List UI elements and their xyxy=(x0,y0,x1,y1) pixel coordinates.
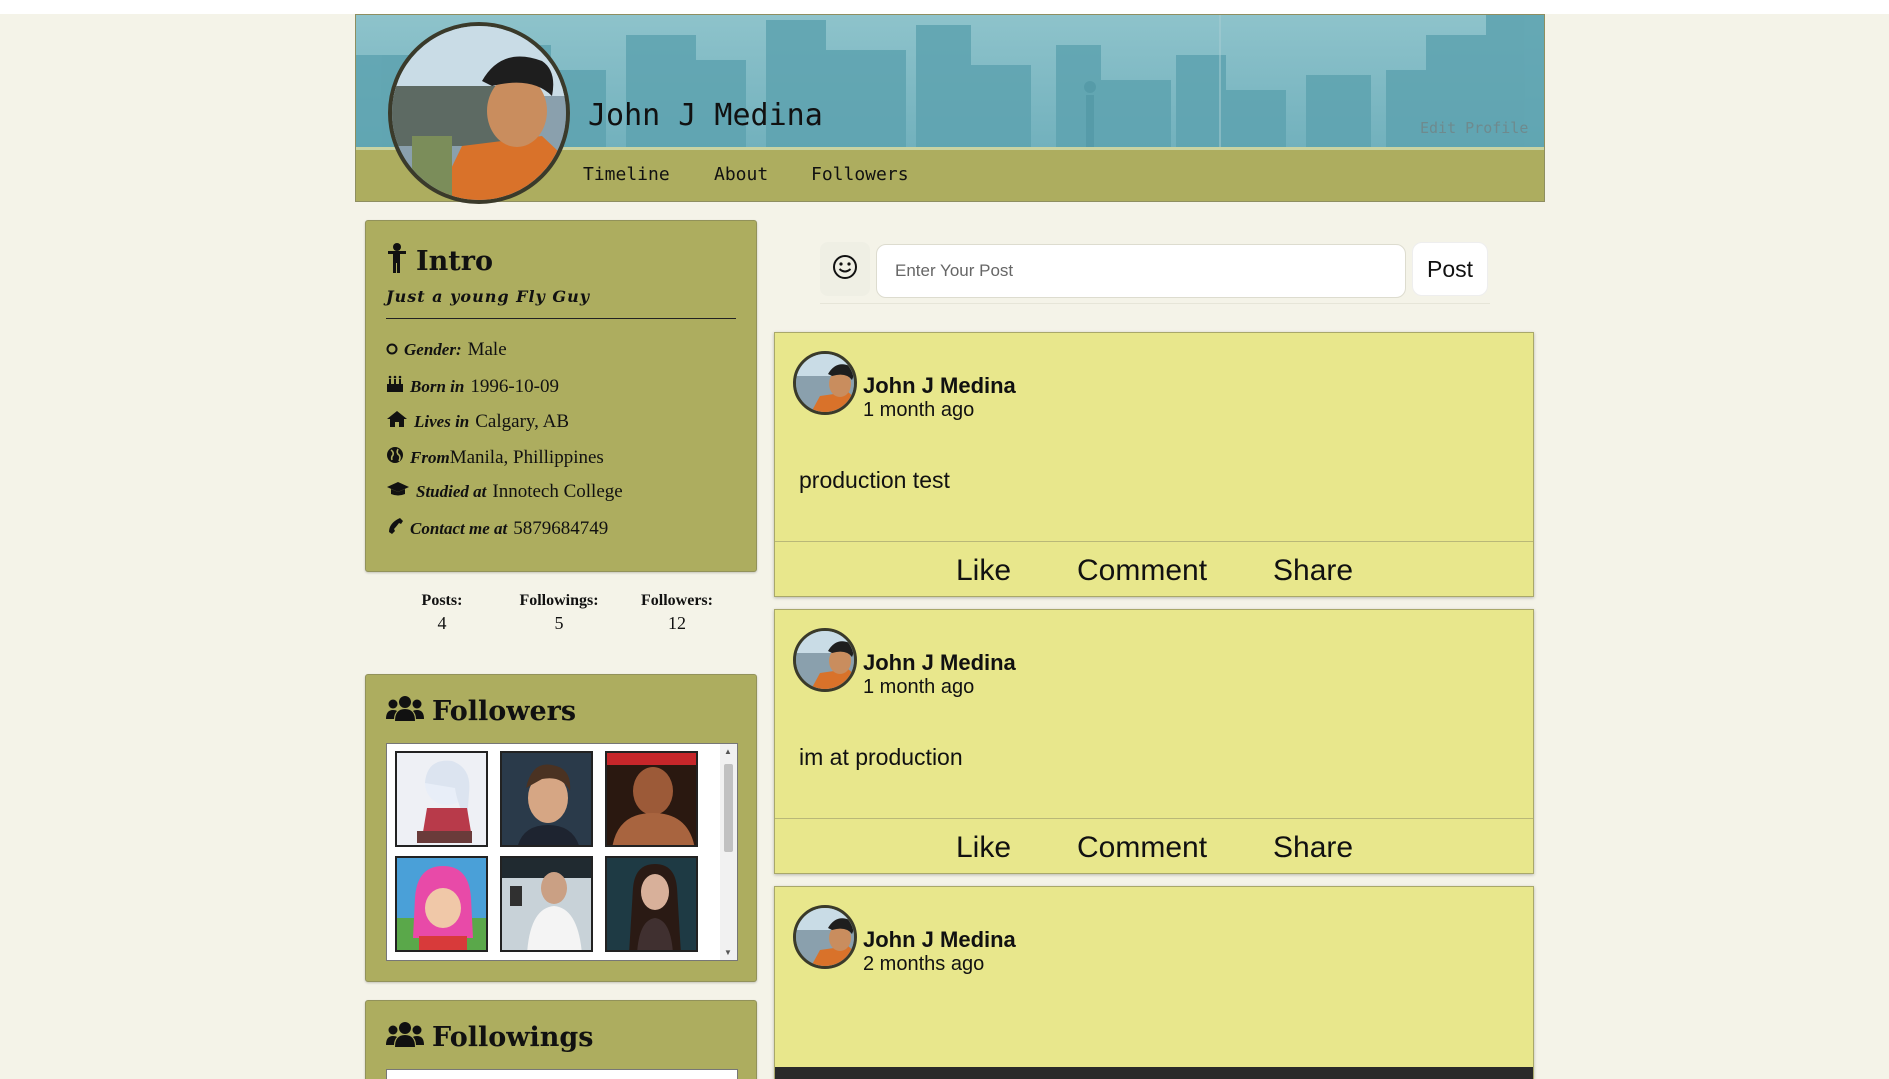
post-timestamp: 2 months ago xyxy=(863,953,985,975)
followings-card: Followings xyxy=(365,1000,757,1079)
stat-followings-value: 5 xyxy=(554,613,564,633)
scroll-up-icon[interactable]: ▲ xyxy=(724,747,732,756)
followings-title: Followings xyxy=(432,1022,594,1053)
post-body: im at production xyxy=(799,744,963,770)
followers-card: Followers ▲ ▼ xyxy=(365,674,757,982)
nav-tab-timeline[interactable]: Timeline xyxy=(583,164,670,185)
phone-icon xyxy=(386,517,410,541)
intro-divider xyxy=(386,318,736,319)
share-button[interactable]: Share xyxy=(1273,831,1353,865)
info-contact: Contact me at 5879684749 xyxy=(386,517,608,541)
post-author-name[interactable]: John J Medina xyxy=(863,927,1016,953)
users-icon xyxy=(386,1021,432,1054)
post-input[interactable] xyxy=(876,244,1406,298)
post-author-avatar[interactable] xyxy=(793,905,857,969)
follower-thumb-pink-hair-girl[interactable] xyxy=(395,856,488,952)
graduation-cap-icon xyxy=(386,481,416,503)
info-from-label: From xyxy=(410,448,450,467)
share-button[interactable]: Share xyxy=(1273,554,1353,588)
like-button[interactable]: Like xyxy=(956,554,1011,588)
like-button[interactable]: Like xyxy=(956,831,1011,865)
follower-thumb-wrestler[interactable] xyxy=(605,751,698,847)
stat-posts-value: 4 xyxy=(437,613,447,633)
info-born-value: 1996-10-09 xyxy=(470,376,559,397)
globe-icon xyxy=(386,446,410,470)
stat-followings-label: Followings: xyxy=(519,592,599,609)
stat-posts: Posts: 4 xyxy=(392,592,492,634)
info-contact-value: 5879684749 xyxy=(513,518,609,539)
circle-icon xyxy=(386,339,404,361)
smiley-icon xyxy=(832,254,858,285)
stat-followers-label: Followers: xyxy=(641,592,713,609)
home-icon xyxy=(386,410,414,434)
post-card: John J Medina 1 month ago im at producti… xyxy=(774,609,1534,874)
post-composer: Post xyxy=(820,240,1490,304)
followings-grid xyxy=(386,1069,738,1079)
info-lives-label: Lives in xyxy=(414,412,470,431)
info-born: Born in 1996-10-09 xyxy=(386,375,559,399)
post-author-name[interactable]: John J Medina xyxy=(863,373,1016,399)
info-born-label: Born in xyxy=(410,377,465,396)
post-card: John J Medina 2 months ago xyxy=(774,886,1534,1079)
info-studied-label: Studied at xyxy=(416,482,487,501)
info-lives: Lives in Calgary, AB xyxy=(386,410,569,434)
top-bar xyxy=(0,0,1889,14)
followings-heading: Followings xyxy=(386,1021,593,1054)
comment-button[interactable]: Comment xyxy=(1077,831,1207,865)
nav-tab-followers[interactable]: Followers xyxy=(811,164,909,185)
nav-tab-about[interactable]: About xyxy=(714,164,768,185)
stat-posts-label: Posts: xyxy=(421,592,463,609)
info-gender-value: Male xyxy=(467,339,507,360)
followers-heading: Followers xyxy=(386,695,576,728)
followers-title: Followers xyxy=(432,696,577,727)
intro-heading: Intro xyxy=(386,243,493,280)
post-timestamp: 1 month ago xyxy=(863,676,975,698)
info-lives-value: Calgary, AB xyxy=(475,411,570,432)
follower-thumb-young-man[interactable] xyxy=(500,751,593,847)
post-actions-bar: Like Comment Share xyxy=(775,541,1533,596)
info-contact-label: Contact me at xyxy=(410,519,508,538)
post-author-avatar[interactable] xyxy=(793,351,857,415)
intro-tagline: Just a young Fly Guy xyxy=(386,287,590,306)
scroll-down-icon[interactable]: ▼ xyxy=(724,948,732,957)
post-image[interactable] xyxy=(775,1067,1533,1079)
stat-followings[interactable]: Followings: 5 xyxy=(509,592,609,634)
intro-card: Intro Just a young Fly Guy Gender: Male … xyxy=(365,220,757,572)
birthday-cake-icon xyxy=(386,375,410,399)
followers-grid: ▲ ▼ xyxy=(386,743,738,961)
post-button[interactable]: Post xyxy=(1412,242,1488,296)
comment-button[interactable]: Comment xyxy=(1077,554,1207,588)
follower-thumb-woman-dark[interactable] xyxy=(605,856,698,952)
edit-profile-link[interactable]: Edit Profile xyxy=(1420,119,1528,137)
post-timestamp: 1 month ago xyxy=(863,399,975,421)
scrollbar-thumb[interactable] xyxy=(724,764,733,852)
post-actions-bar: Like Comment Share xyxy=(775,818,1533,873)
stat-followers-value: 12 xyxy=(668,613,686,633)
profile-name: John J Medina xyxy=(588,98,823,133)
intro-title: Intro xyxy=(416,246,493,277)
person-icon xyxy=(386,243,416,280)
users-icon xyxy=(386,695,432,728)
post-body: production test xyxy=(799,467,950,493)
followers-scrollbar[interactable]: ▲ ▼ xyxy=(720,744,737,960)
info-studied-value: Innotech College xyxy=(492,481,623,502)
stat-followers[interactable]: Followers: 12 xyxy=(627,592,727,634)
info-gender-label: Gender: xyxy=(404,340,462,359)
follower-thumb-man-white-shirt[interactable] xyxy=(500,856,593,952)
info-from: From Manila, Phillippines xyxy=(386,446,604,470)
emoji-button[interactable] xyxy=(820,242,870,296)
post-card: John J Medina 1 month ago production tes… xyxy=(774,332,1534,597)
post-author-name[interactable]: John J Medina xyxy=(863,650,1016,676)
info-gender: Gender: Male xyxy=(386,339,507,361)
post-author-avatar[interactable] xyxy=(793,628,857,692)
info-from-value: Manila, Phillippines xyxy=(449,447,604,468)
follower-thumb-anime-girl[interactable] xyxy=(395,751,488,847)
info-studied: Studied at Innotech College xyxy=(386,481,623,503)
profile-avatar[interactable] xyxy=(388,22,570,204)
